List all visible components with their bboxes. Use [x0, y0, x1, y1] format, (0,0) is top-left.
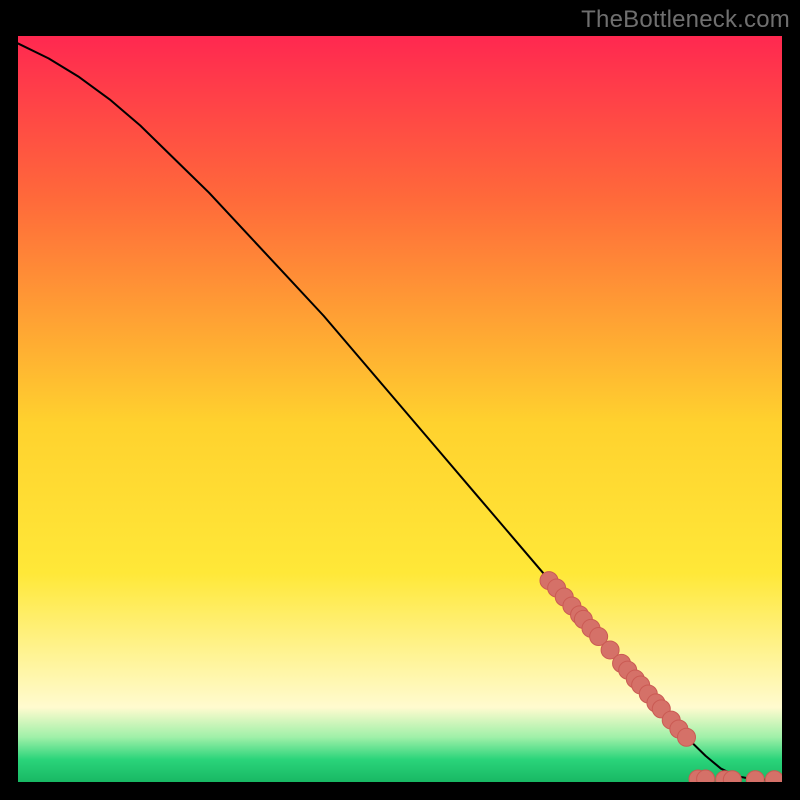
gradient-background [18, 36, 782, 782]
watermark-text: TheBottleneck.com [581, 6, 790, 34]
bottleneck-chart [18, 36, 782, 782]
data-point [678, 728, 696, 746]
chart-frame: TheBottleneck.com [0, 0, 800, 800]
